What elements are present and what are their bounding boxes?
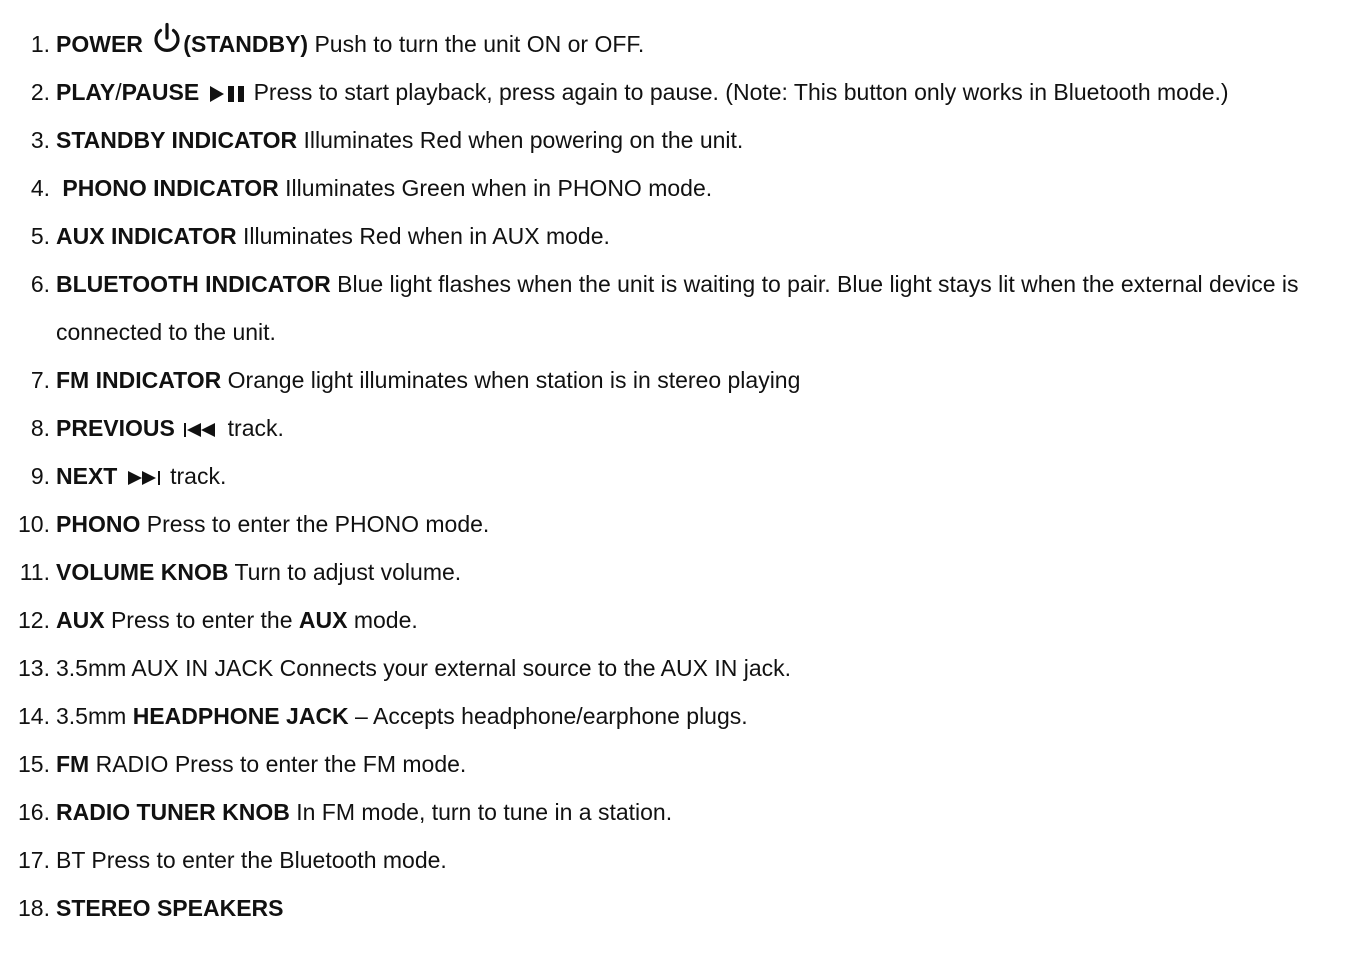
item-number: 6. <box>30 271 50 297</box>
list-item-fm: 15. FM RADIO Press to enter the FM mode. <box>0 740 1348 788</box>
item-description: In FM mode, turn to tune in a station. <box>289 799 673 825</box>
item-term: FM INDICATOR <box>56 367 222 393</box>
item-description: – Accepts headphone/earphone plugs. <box>348 703 748 729</box>
item-text: STEREO SPEAKERS <box>56 884 1341 932</box>
item-number: 12. <box>18 607 50 633</box>
item-number: 4. <box>30 175 50 201</box>
list-item-radio-tuner-knob: 16. RADIO TUNER KNOB In FM mode, turn to… <box>0 788 1348 836</box>
list-item-headphone-jack: 14. 3.5mm HEADPHONE JACK – Accepts headp… <box>0 692 1348 740</box>
item-number: 14. <box>18 703 50 729</box>
item-description: Turn to adjust volume. <box>228 559 462 585</box>
item-description: Orange light illuminates when station is… <box>221 367 801 393</box>
item-term-suffix: (STANDBY) <box>183 31 309 57</box>
item-term-inline: AUX <box>298 607 348 633</box>
list-item-bluetooth-indicator: 6. BLUETOOTH INDICATOR Blue light flashe… <box>0 260 1348 356</box>
item-term: PHONO INDICATOR <box>62 175 279 201</box>
item-description-tail: mode. <box>347 607 418 633</box>
previous-track-icon <box>183 421 219 439</box>
item-number: 17. <box>18 847 50 873</box>
list-item-power: 1. POWER (STANDBY) Push to turn the unit… <box>0 20 1348 68</box>
item-number: 10. <box>18 511 50 537</box>
item-term: BLUETOOTH INDICATOR <box>56 271 331 297</box>
item-description: Push to turn the unit ON or OFF. <box>308 31 645 57</box>
item-term: PHONO <box>56 511 141 537</box>
list-item-previous: 8. PREVIOUS track. <box>0 404 1348 452</box>
item-text: 3.5mm AUX IN JACK Connects your external… <box>56 644 1341 692</box>
item-term-second: PAUSE <box>121 79 200 105</box>
item-number: 5. <box>30 223 50 249</box>
item-term: POWER <box>56 31 143 57</box>
item-text: FM INDICATOR Orange light illuminates wh… <box>56 356 1341 404</box>
list-item-aux: 12. AUX Press to enter the AUX mode. <box>0 596 1348 644</box>
list-item-play-pause: 2. PLAY/PAUSE Press to start playback, p… <box>0 68 1348 116</box>
list-item-standby-indicator: 3. STANDBY INDICATOR Illuminates Red whe… <box>0 116 1348 164</box>
item-description: RADIO Press to enter the FM mode. <box>89 751 467 777</box>
item-term: AUX INDICATOR <box>56 223 237 249</box>
item-description: BT Press to enter the Bluetooth mode. <box>56 847 447 873</box>
features-list: 1. POWER (STANDBY) Push to turn the unit… <box>0 20 1348 932</box>
item-number: 1. <box>30 31 50 57</box>
item-number: 18. <box>18 895 50 921</box>
item-text: BLUETOOTH INDICATOR Blue light flashes w… <box>56 260 1341 356</box>
item-description: Illuminates Red when powering on the uni… <box>297 127 744 153</box>
item-text: STANDBY INDICATOR Illuminates Red when p… <box>56 116 1341 164</box>
item-term: AUX <box>56 607 105 633</box>
item-text: AUX INDICATOR Illuminates Red when in AU… <box>56 212 1341 260</box>
item-number: 9. <box>30 463 50 489</box>
item-number: 2. <box>30 79 50 105</box>
item-description: Illuminates Red when in AUX mode. <box>236 223 610 249</box>
item-term: FM <box>56 751 90 777</box>
item-description: track. <box>221 415 284 441</box>
item-term: PLAY <box>56 79 116 105</box>
list-item-phono-indicator: 4. PHONO INDICATOR Illuminates Green whe… <box>0 164 1348 212</box>
item-text: VOLUME KNOB Turn to adjust volume. <box>56 548 1341 596</box>
item-text: RADIO TUNER KNOB In FM mode, turn to tun… <box>56 788 1341 836</box>
item-text: PREVIOUS track. <box>56 404 1341 452</box>
item-number: 8. <box>30 415 50 441</box>
item-text: 3.5mm HEADPHONE JACK – Accepts headphone… <box>56 692 1341 740</box>
power-standby-icon <box>151 22 183 54</box>
list-item-aux-indicator: 5. AUX INDICATOR Illuminates Red when in… <box>0 212 1348 260</box>
list-item-next: 9. NEXT track. <box>0 452 1348 500</box>
item-term: HEADPHONE JACK <box>132 703 349 729</box>
play-pause-icon <box>208 84 252 104</box>
item-number: 13. <box>18 655 50 681</box>
list-item-phono: 10. PHONO Press to enter the PHONO mode. <box>0 500 1348 548</box>
item-text: PHONO INDICATOR Illuminates Green when i… <box>56 164 1341 212</box>
item-number: 3. <box>30 127 50 153</box>
item-text: FM RADIO Press to enter the FM mode. <box>56 740 1341 788</box>
list-item-stereo-speakers: 18. STEREO SPEAKERS <box>0 884 1348 932</box>
item-description: 3.5mm AUX IN JACK Connects your external… <box>56 655 792 681</box>
item-text: AUX Press to enter the AUX mode. <box>56 596 1341 644</box>
item-term: NEXT <box>56 463 118 489</box>
item-text: PLAY/PAUSE Press to start playback, pres… <box>56 68 1341 116</box>
item-description: track. <box>163 463 227 489</box>
list-item-volume-knob: 11. VOLUME KNOB Turn to adjust volume. <box>0 548 1348 596</box>
item-description: Illuminates Green when in PHONO mode. <box>278 175 713 201</box>
item-term: STANDBY INDICATOR <box>56 127 298 153</box>
item-number: 11. <box>19 559 50 585</box>
item-description: Press to enter the PHONO mode. <box>140 511 490 537</box>
item-term: PREVIOUS <box>56 415 175 441</box>
item-text: POWER (STANDBY) Push to turn the unit ON… <box>56 20 1341 68</box>
item-text: PHONO Press to enter the PHONO mode. <box>56 500 1341 548</box>
item-number: 16. <box>18 799 50 825</box>
item-number: 15. <box>18 751 50 777</box>
item-term: VOLUME KNOB <box>56 559 229 585</box>
next-track-icon <box>126 469 162 487</box>
list-item-aux-in-jack: 13. 3.5mm AUX IN JACK Connects your exte… <box>0 644 1348 692</box>
document: 1. POWER (STANDBY) Push to turn the unit… <box>0 0 1348 964</box>
item-term: RADIO TUNER KNOB <box>56 799 290 825</box>
item-description: Press to enter the <box>104 607 299 633</box>
list-item-fm-indicator: 7. FM INDICATOR Orange light illuminates… <box>0 356 1348 404</box>
item-description: Press to start playback, press again to … <box>253 79 1229 105</box>
item-text: BT Press to enter the Bluetooth mode. <box>56 836 1341 884</box>
item-text: NEXT track. <box>56 452 1341 500</box>
item-number: 7. <box>30 367 50 393</box>
item-prefix: 3.5mm <box>56 703 133 729</box>
list-item-bt: 17. BT Press to enter the Bluetooth mode… <box>0 836 1348 884</box>
item-term: STEREO SPEAKERS <box>56 895 284 921</box>
